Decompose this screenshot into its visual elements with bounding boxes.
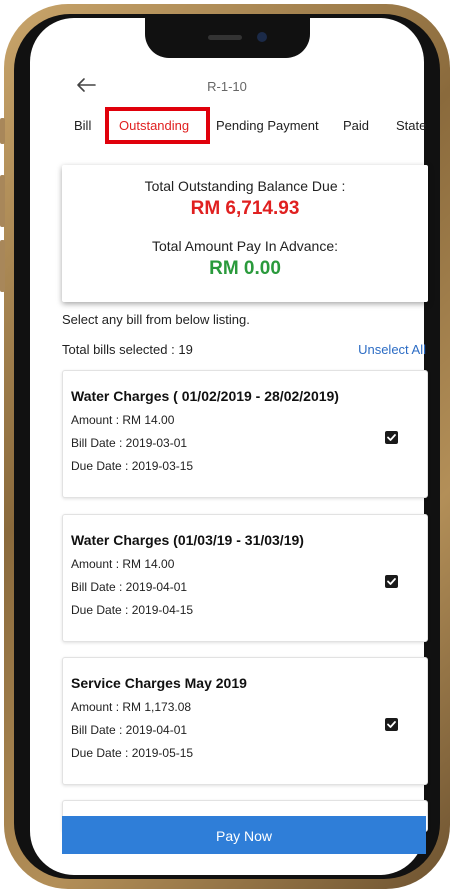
bill-amount: Amount : RM 1,173.08 [71, 700, 192, 714]
bill-due-date: Due Date : 2019-05-15 [71, 746, 194, 760]
speaker-grille [208, 35, 242, 40]
bill-due-date: Due Date : 2019-03-15 [71, 459, 194, 473]
tab-paid[interactable]: Paid [343, 118, 369, 133]
bill-checkbox-icon[interactable] [385, 431, 398, 444]
outstanding-amount: RM 6,714.93 [190, 198, 300, 219]
front-camera [257, 32, 267, 42]
tab-statement[interactable]: Statement [396, 118, 426, 133]
bill-title: Service Charges May 2019 [71, 675, 247, 691]
bill-date: Bill Date : 2019-04-01 [71, 580, 188, 594]
advance-label: Total Amount Pay In Advance: [151, 238, 338, 254]
volume-down-button [0, 240, 5, 292]
bill-card[interactable]: Service Charges May 2019 Amount : RM 1,1… [62, 657, 428, 785]
outstanding-label: Total Outstanding Balance Due : [144, 178, 346, 194]
bill-card[interactable]: Water Charges (01/03/19 - 31/03/19) Amou… [62, 514, 428, 642]
total-bills-selected: Total bills selected : 19 [62, 342, 193, 357]
page-title: R-1-10 [207, 79, 247, 94]
bill-amount: Amount : RM 14.00 [71, 557, 175, 571]
tab-pending-payment[interactable]: Pending Payment [216, 118, 319, 133]
pay-now-button[interactable]: Pay Now [62, 816, 426, 854]
bill-card[interactable]: Water Charges ( 01/02/2019 - 28/02/2019)… [62, 370, 428, 498]
bill-date: Bill Date : 2019-04-01 [71, 723, 188, 737]
bill-checkbox-icon[interactable] [385, 718, 398, 731]
phone-notch [145, 18, 310, 58]
bill-title: Water Charges ( 01/02/2019 - 28/02/2019) [71, 388, 339, 404]
bill-title: Water Charges (01/03/19 - 31/03/19) [71, 532, 304, 548]
balance-summary-card: Total Outstanding Balance Due : RM 6,714… [62, 165, 428, 302]
bill-date: Bill Date : 2019-03-01 [71, 436, 188, 450]
bill-due-date: Due Date : 2019-04-15 [71, 603, 194, 617]
bill-checkbox-icon[interactable] [385, 575, 398, 588]
annotation-highlight-box [105, 107, 210, 144]
mute-switch [0, 118, 5, 144]
volume-up-button [0, 175, 5, 227]
unselect-all-link[interactable]: Unselect All [358, 342, 426, 357]
tab-bill[interactable]: Bill [74, 118, 91, 133]
listing-instruction: Select any bill from below listing. [62, 312, 250, 327]
bill-amount: Amount : RM 14.00 [71, 413, 175, 427]
advance-amount: RM 0.00 [209, 258, 281, 279]
